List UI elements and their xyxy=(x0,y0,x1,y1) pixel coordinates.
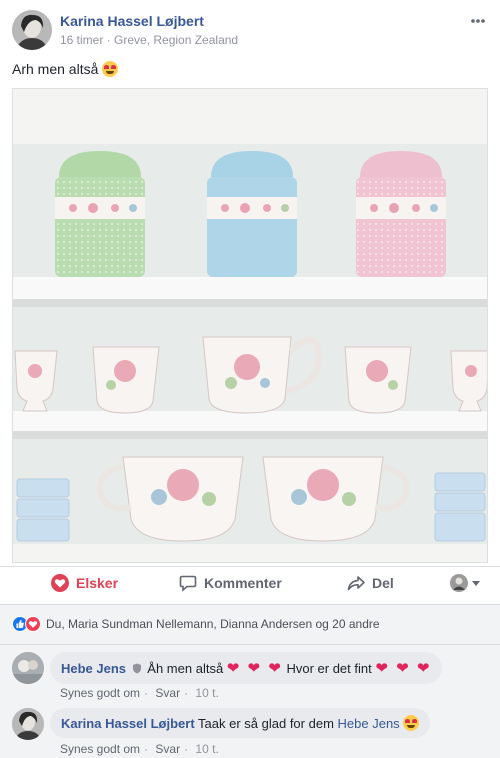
comment-text-continued: Hvor er det fint xyxy=(286,661,372,676)
love-button[interactable]: Elsker xyxy=(51,574,118,592)
comment-reply-link[interactable]: Svar xyxy=(155,742,180,756)
reactions-summary-text: Du, Maria Sundman Nellemann, Dianna Ande… xyxy=(46,617,380,631)
author-name[interactable]: Karina Hassel Løjbert xyxy=(60,13,204,29)
comment-like-link[interactable]: Synes godt om xyxy=(60,742,140,756)
love-button-label: Elsker xyxy=(76,575,119,591)
comment-reply-link[interactable]: Svar xyxy=(155,686,180,700)
more-options-icon[interactable] xyxy=(470,14,486,24)
comments-top-divider xyxy=(0,644,500,645)
comment-text: Åh men altså xyxy=(147,661,224,676)
heart-eyes-emoji-icon xyxy=(102,61,119,77)
share-icon xyxy=(347,574,365,592)
heart-eyes-emoji-icon xyxy=(403,715,420,731)
post-meta: 16 timer · Greve, Region Zealand xyxy=(60,33,239,47)
red-heart-emoji-icon: ❤ ❤ ❤ xyxy=(226,660,283,677)
reactions-summary[interactable]: Du, Maria Sundman Nellemann, Dianna Ande… xyxy=(12,616,380,632)
share-button-label: Del xyxy=(372,575,394,591)
comment-bubble: Hebe Jens Åh men altså ❤ ❤ ❤ Hvor er det… xyxy=(50,652,443,684)
comment-text: Taak er så glad for dem xyxy=(198,716,334,731)
love-badge-icon xyxy=(25,616,41,632)
feedback-section: Du, Maria Sundman Nellemann, Dianna Ande… xyxy=(0,604,500,758)
share-button[interactable]: Del xyxy=(347,574,394,592)
shelf-photo-image xyxy=(13,89,487,562)
love-reaction-icon xyxy=(51,574,69,592)
comment-icon xyxy=(179,574,197,592)
red-heart-emoji-icon: ❤ ❤ ❤ xyxy=(375,660,432,677)
comment-timestamp[interactable]: 10 t. xyxy=(195,686,218,700)
comment-mention-link[interactable]: Hebe Jens xyxy=(338,716,400,731)
caret-down-icon xyxy=(471,574,481,592)
verified-shield-icon xyxy=(132,662,142,677)
facebook-post: Karina Hassel Løjbert 16 timer · Greve, … xyxy=(0,0,500,758)
reactions-top-divider xyxy=(0,604,500,605)
comment-button-label: Kommenter xyxy=(204,575,282,591)
commenter-avatar[interactable] xyxy=(12,652,44,684)
post-photo[interactable] xyxy=(12,88,488,563)
comment-actions: Synes godt om · Svar · 10 t. xyxy=(60,742,219,756)
author-avatar-photo xyxy=(12,10,52,50)
author-avatar[interactable] xyxy=(12,10,52,50)
comment-actions: Synes godt om · Svar · 10 t. xyxy=(60,686,219,700)
comment-timestamp[interactable]: 10 t. xyxy=(195,742,218,756)
profile-thumbnail-icon xyxy=(450,574,468,592)
post-text: Arh men altså xyxy=(12,61,119,77)
comment-bubble: Karina Hassel Løjbert Taak er så glad fo… xyxy=(50,708,431,738)
commenter-name[interactable]: Karina Hassel Løjbert xyxy=(61,716,195,731)
post-text-content: Arh men altså xyxy=(12,61,99,77)
post-actions-bar: Elsker Kommenter Del xyxy=(0,568,500,600)
commenter-name[interactable]: Hebe Jens xyxy=(61,661,126,676)
post-as-selector[interactable] xyxy=(450,574,488,592)
commenter-avatar[interactable] xyxy=(12,708,44,740)
comment-like-link[interactable]: Synes godt om xyxy=(60,686,140,700)
actions-top-divider xyxy=(0,566,500,567)
